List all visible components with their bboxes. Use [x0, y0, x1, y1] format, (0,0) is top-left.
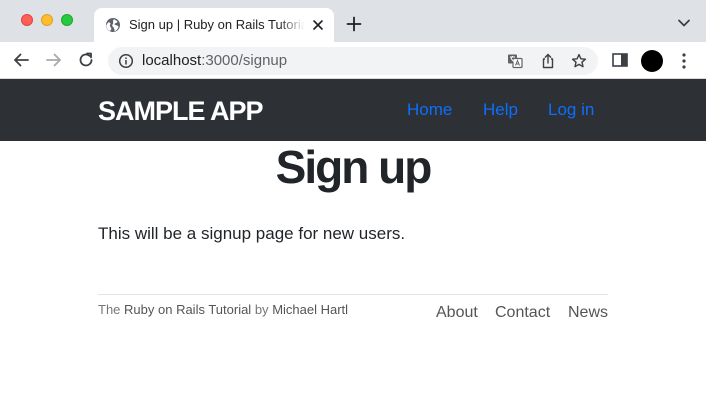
- plus-icon[interactable]: [345, 15, 363, 33]
- tutorial-link[interactable]: Ruby on Rails Tutorial: [124, 302, 251, 317]
- info-icon[interactable]: [118, 53, 134, 69]
- url-host: localhost: [142, 52, 202, 69]
- side-panel-icon[interactable]: [612, 53, 628, 67]
- credit-prefix: The: [98, 302, 121, 317]
- kebab-menu-icon[interactable]: [679, 52, 689, 70]
- browser-toolbar: localhost:3000/signup: [0, 42, 706, 79]
- footer-link-contact[interactable]: Contact: [495, 304, 550, 322]
- reload-icon[interactable]: [76, 50, 96, 70]
- translate-icon[interactable]: [507, 53, 523, 69]
- star-icon[interactable]: [571, 53, 587, 69]
- site-header: SAMPLE APP Home Help Log in: [0, 79, 706, 141]
- intro-text: This will be a signup page for new users…: [98, 224, 406, 243]
- footer-link-news[interactable]: News: [568, 304, 608, 322]
- author-link[interactable]: Michael Hartl: [272, 302, 348, 317]
- share-icon[interactable]: [540, 53, 556, 69]
- address-bar[interactable]: localhost:3000/signup: [108, 47, 598, 75]
- window-minimize-button[interactable]: [41, 14, 53, 26]
- browser-tab-strip: Sign up | Ruby on Rails Tutorial Sample …: [0, 0, 706, 42]
- browser-tab-active[interactable]: Sign up | Ruby on Rails Tutorial Sample …: [94, 8, 334, 42]
- back-arrow-icon[interactable]: [11, 50, 31, 70]
- footer-divider: [98, 294, 608, 295]
- nav-link-login[interactable]: Log in: [548, 100, 594, 120]
- footer-link-about[interactable]: About: [436, 304, 478, 322]
- page-title: Sign up: [275, 141, 433, 193]
- tab-title: Sign up | Ruby on Rails Tutorial Sample …: [129, 17, 305, 32]
- nav-link-home[interactable]: Home: [407, 100, 452, 120]
- nav-link-help[interactable]: Help: [483, 100, 518, 120]
- footer-credit: The Ruby on Rails Tutorial by Michael Ha…: [98, 302, 348, 318]
- close-icon[interactable]: [309, 16, 327, 34]
- chevron-down-icon[interactable]: [676, 17, 692, 29]
- globe-icon: [106, 18, 120, 32]
- url-path: :3000/signup: [201, 52, 288, 69]
- url-text[interactable]: localhost:3000/signup: [142, 53, 287, 69]
- credit-by: by: [254, 302, 269, 317]
- logo[interactable]: SAMPLE APP: [98, 95, 264, 127]
- window-close-button[interactable]: [21, 14, 33, 26]
- avatar[interactable]: [641, 50, 663, 72]
- window-zoom-button[interactable]: [61, 14, 73, 26]
- forward-arrow-icon[interactable]: [44, 50, 64, 70]
